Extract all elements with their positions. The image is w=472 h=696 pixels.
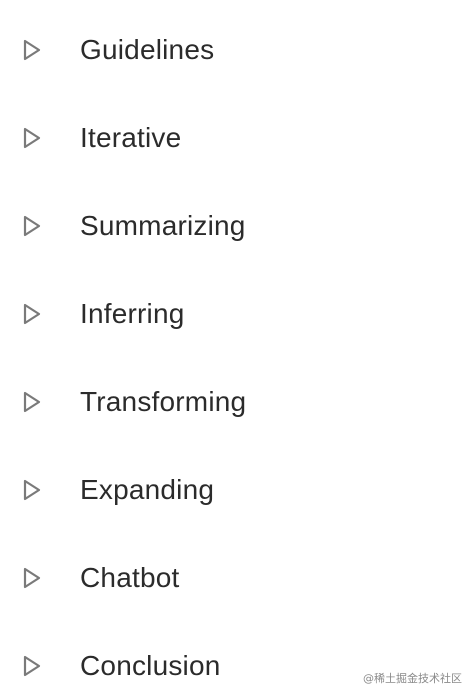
- list-item-summarizing[interactable]: Summarizing: [0, 196, 472, 256]
- list-item-label: Summarizing: [80, 210, 246, 241]
- triangle-right-icon: [23, 303, 41, 325]
- list-item-conclusion[interactable]: Conclusion: [0, 636, 472, 696]
- triangle-right-icon: [23, 655, 41, 677]
- triangle-right-icon: [23, 215, 41, 237]
- list-item-guidelines[interactable]: Guidelines: [0, 20, 472, 80]
- list-item-label: Iterative: [80, 122, 182, 153]
- list-item-label: Transforming: [80, 386, 247, 417]
- watermark: @稀土掘金技术社区: [363, 672, 462, 685]
- triangle-right-icon: [23, 391, 41, 413]
- list-item-label: Inferring: [80, 298, 185, 329]
- list-item-iterative[interactable]: Iterative: [0, 108, 472, 168]
- list-item-label: Expanding: [80, 474, 215, 505]
- list-item-chatbot[interactable]: Chatbot: [0, 548, 472, 608]
- triangle-right-icon: [23, 479, 41, 501]
- list-item-label: Chatbot: [80, 562, 180, 593]
- list-item-expanding[interactable]: Expanding: [0, 460, 472, 520]
- triangle-right-icon: [23, 127, 41, 149]
- list-item-label: Conclusion: [80, 650, 221, 681]
- list-item-inferring[interactable]: Inferring: [0, 284, 472, 344]
- list-item-transforming[interactable]: Transforming: [0, 372, 472, 432]
- triangle-right-icon: [23, 567, 41, 589]
- triangle-right-icon: [23, 39, 41, 61]
- list-item-label: Guidelines: [80, 34, 215, 65]
